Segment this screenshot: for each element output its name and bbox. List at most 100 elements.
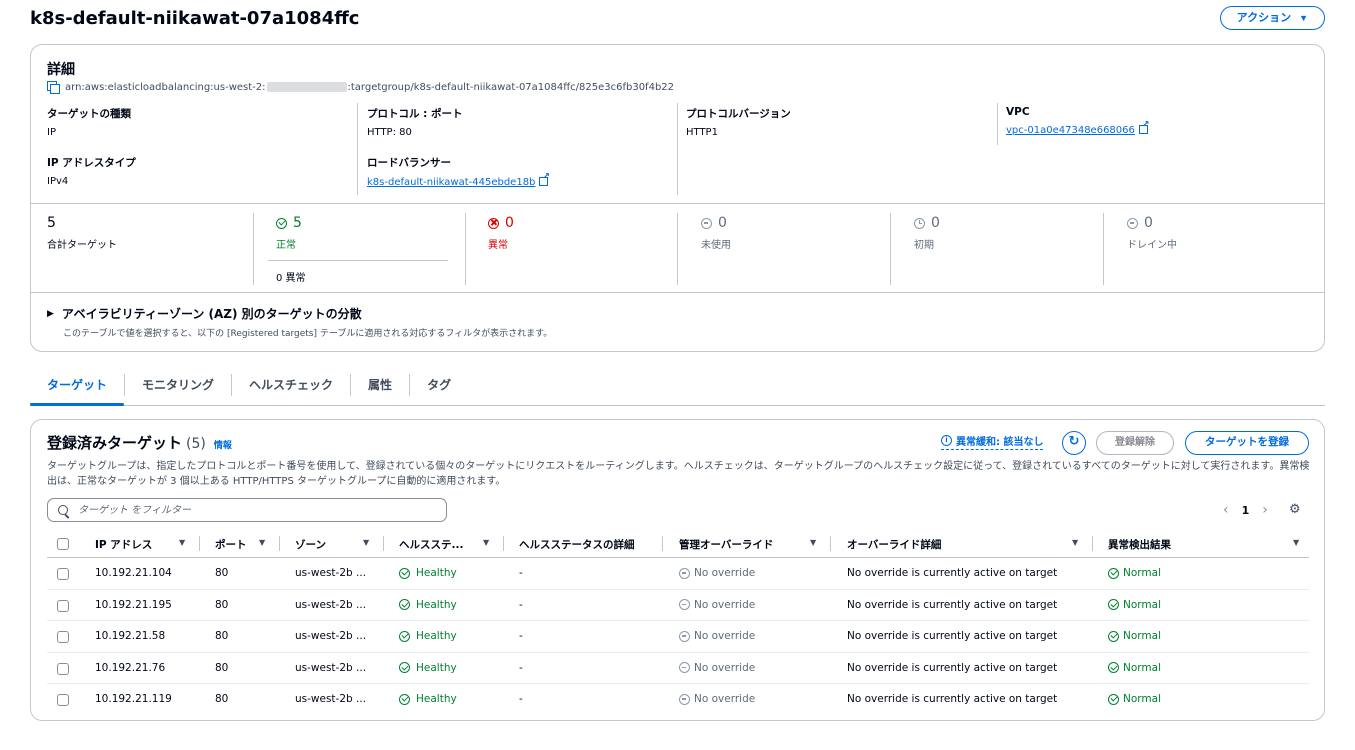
load-balancer-field: ロードバランサー k8s-default-niikawat-445ebde18b [367, 155, 550, 188]
check-circle-icon [399, 693, 410, 705]
filter-box[interactable] [47, 498, 447, 522]
table-row[interactable]: 10.192.21.76 80 us-west-2b ... Healthy -… [47, 653, 1309, 684]
override-detail-cell: No override is currently active on targe… [847, 693, 1058, 705]
health-cell: Healthy [399, 693, 457, 705]
sort-icon[interactable]: ▼ [179, 538, 185, 547]
minus-circle-icon [679, 630, 690, 642]
tab-targets[interactable]: ターゲット [30, 372, 125, 406]
minus-circle-icon [679, 662, 690, 673]
zone-cell: us-west-2b ... [295, 693, 367, 705]
health-detail-cell: - [519, 598, 523, 611]
registered-targets-card: 登録済みターゲット (5) 情報 i 異常緩和: 該当なし ↻ 登録解除 ターゲッ… [30, 419, 1325, 721]
table-row[interactable]: 10.192.21.119 80 us-west-2b ... Healthy … [47, 684, 1309, 716]
vpc-link[interactable]: vpc-01a0e47348e668066 [1006, 125, 1135, 136]
port-cell: 80 [215, 693, 229, 705]
check-circle-icon [1108, 662, 1119, 673]
check-circle-icon [276, 217, 287, 229]
protocol-port-field: プロトコル : ポート HTTP: 80 [367, 108, 463, 138]
override-cell: No override [679, 693, 755, 705]
stat-unhealthy[interactable]: 0 異常 [488, 215, 514, 251]
stat-initial[interactable]: 0 初期 [914, 215, 940, 251]
override-cell: No override [679, 599, 755, 611]
info-icon: i [941, 435, 952, 446]
stat-healthy-sub: 0 異常 [276, 273, 306, 284]
page-header: k8s-default-niikawat-07a1084ffc アクション ▼ [30, 6, 1325, 32]
actions-button[interactable]: アクション ▼ [1219, 6, 1325, 30]
external-link-icon [1138, 120, 1149, 134]
anomaly-cell: Normal [1108, 630, 1161, 642]
health-detail-cell: - [519, 630, 523, 642]
check-circle-icon [399, 662, 410, 673]
row-checkbox[interactable] [57, 568, 69, 580]
override-detail-cell: No override is currently active on targe… [847, 567, 1058, 579]
gear-icon[interactable]: ⚙ [1289, 502, 1301, 517]
health-detail-cell: - [519, 567, 523, 579]
external-link-icon [539, 172, 550, 186]
override-detail-cell: No override is currently active on targe… [847, 630, 1058, 642]
az-expand-toggle[interactable]: ▶ アベイラビリティーゾーン (AZ) 別のターゲットの分散 [47, 305, 552, 322]
az-distribution-section: ▶ アベイラビリティーゾーン (AZ) 別のターゲットの分散 このテーブルで値を選… [47, 305, 553, 339]
sort-icon[interactable]: ▼ [1072, 538, 1078, 547]
minus-circle-icon [679, 693, 690, 705]
stat-draining[interactable]: 0 ドレイン中 [1127, 215, 1177, 251]
sort-icon[interactable]: ▼ [1293, 538, 1299, 547]
tab-attributes[interactable]: 属性 [351, 372, 409, 405]
minus-circle-icon [701, 217, 712, 229]
row-checkbox[interactable] [57, 694, 69, 706]
ip-cell: 10.192.21.58 [95, 630, 166, 642]
load-balancer-link[interactable]: k8s-default-niikawat-445ebde18b [367, 177, 535, 188]
copy-icon[interactable] [47, 81, 60, 94]
check-circle-icon [1108, 630, 1119, 642]
register-targets-button[interactable]: ターゲットを登録 [1185, 431, 1309, 455]
caret-right-icon: ▶ [47, 308, 54, 319]
stat-unused[interactable]: 0 未使用 [701, 215, 731, 251]
row-checkbox[interactable] [57, 599, 69, 612]
minus-circle-icon [679, 567, 690, 579]
ip-cell: 10.192.21.104 [95, 567, 172, 579]
check-circle-icon [399, 599, 410, 610]
next-page-icon[interactable]: › [1255, 502, 1275, 518]
health-detail-cell: - [519, 661, 523, 674]
table-row[interactable]: 10.192.21.195 80 us-west-2b ... Healthy … [47, 590, 1309, 621]
info-link[interactable]: 情報 [214, 438, 232, 451]
page-number[interactable]: 1 [1236, 504, 1256, 517]
check-circle-icon [399, 567, 410, 579]
pagination: ‹ 1 › [1216, 502, 1275, 518]
stat-healthy[interactable]: 5 正常 [276, 215, 302, 251]
anomaly-cell: Normal [1108, 599, 1161, 611]
tab-monitoring[interactable]: モニタリング [125, 372, 231, 405]
sort-icon[interactable]: ▼ [259, 538, 265, 547]
minus-circle-icon [679, 599, 690, 610]
tab-tags[interactable]: タグ [410, 372, 468, 405]
sort-icon[interactable]: ▼ [810, 538, 816, 547]
caret-down-icon: ▼ [1299, 12, 1308, 23]
filter-input[interactable] [76, 503, 416, 517]
refresh-button[interactable]: ↻ [1062, 431, 1086, 455]
details-heading: 詳細 [47, 62, 75, 78]
port-cell: 80 [215, 598, 229, 611]
deregister-button[interactable]: 登録解除 [1096, 431, 1174, 455]
error-circle-icon [488, 217, 499, 229]
table-row[interactable]: 10.192.21.58 80 us-west-2b ... Healthy -… [47, 621, 1309, 653]
targets-description: ターゲットグループは、指定したプロトコルとポート番号を使用して、登録されている個… [47, 461, 1310, 487]
prev-page-icon[interactable]: ‹ [1216, 502, 1236, 518]
row-checkbox[interactable] [57, 631, 69, 643]
sort-icon[interactable]: ▼ [483, 538, 489, 547]
table-body: 10.192.21.104 80 us-west-2b ... Healthy … [47, 558, 1309, 716]
table-row[interactable]: 10.192.21.104 80 us-west-2b ... Healthy … [47, 558, 1309, 590]
tab-health-check[interactable]: ヘルスチェック [232, 372, 350, 405]
row-checkbox[interactable] [57, 662, 69, 675]
health-cell: Healthy [399, 630, 457, 642]
check-circle-icon [1108, 599, 1119, 610]
anomaly-mitigation-link[interactable]: i 異常緩和: 該当なし [941, 433, 1044, 450]
ip-cell: 10.192.21.195 [95, 598, 172, 611]
anomaly-cell: Normal [1108, 567, 1161, 579]
override-cell: No override [679, 567, 755, 579]
check-circle-icon [399, 630, 410, 642]
sort-icon[interactable]: ▼ [363, 538, 369, 547]
vpc-field: VPC vpc-01a0e47348e668066 [1006, 106, 1149, 136]
targets-table: IP アドレス ▼ ポート ▼ ゾーン ▼ ヘルスステ... ▼ ヘルスステータ… [47, 530, 1309, 716]
select-all-checkbox[interactable] [57, 538, 69, 550]
page-title: k8s-default-niikawat-07a1084ffc [30, 8, 360, 29]
arn-row: arn:aws:elasticloadbalancing:us-west-2: … [47, 81, 674, 94]
